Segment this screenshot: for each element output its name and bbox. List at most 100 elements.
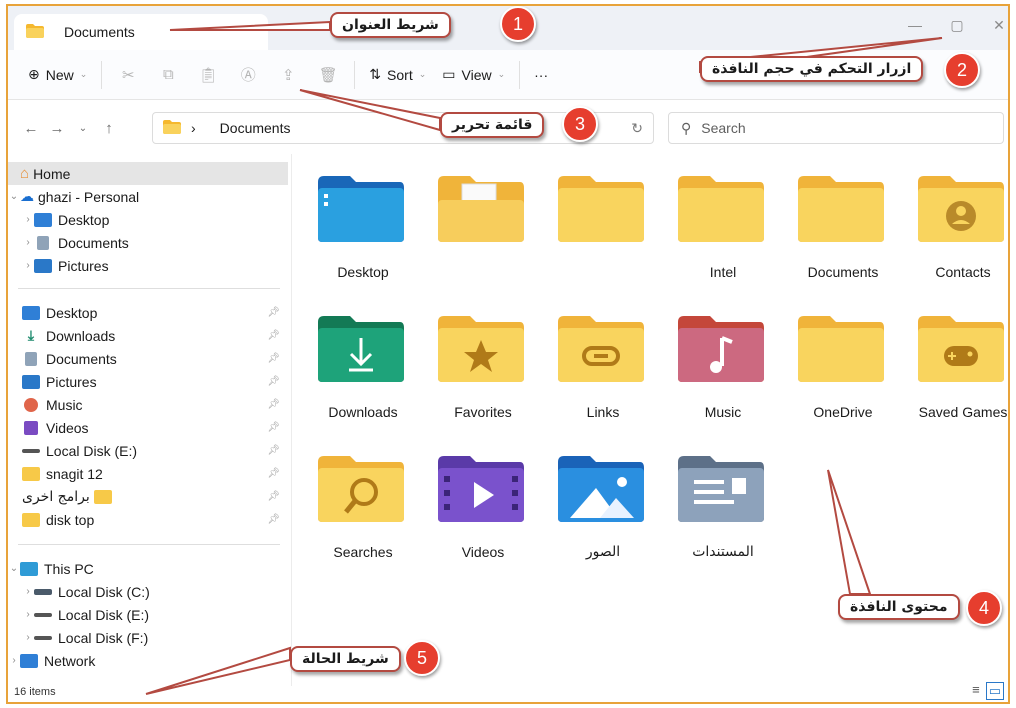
quick-access-disk-top[interactable]: disk top 📌︎: [8, 508, 288, 531]
chevron-right-icon[interactable]: ›: [22, 214, 34, 225]
sidebar-item-local-disk-e[interactable]: › Local Disk (E:): [8, 603, 288, 626]
drive-icon: [34, 612, 52, 617]
search-box[interactable]: ⚲ Search: [668, 112, 1004, 144]
breadcrumb-documents[interactable]: Documents: [220, 120, 291, 136]
callout-badge-2: 2: [944, 52, 980, 88]
sidebar-item-label: Downloads: [46, 327, 116, 344]
tile-label: OneDrive: [813, 404, 873, 420]
more-options-button[interactable]: ···: [526, 59, 556, 91]
quick-access-local-disk-e[interactable]: Local Disk (E:) 📌︎: [8, 439, 288, 462]
folder-tile-pictures[interactable]: الصور: [548, 446, 658, 586]
folder-icon: [22, 466, 40, 481]
chevron-down-icon[interactable]: ⌄: [8, 563, 20, 574]
sidebar-item-local-disk-f[interactable]: › Local Disk (F:): [8, 626, 288, 649]
quick-access-videos[interactable]: Videos 📌︎: [8, 416, 288, 439]
copy-button[interactable]: ⧉: [148, 59, 188, 91]
quick-access-other-programs[interactable]: برامج اخرى 📌︎: [8, 485, 288, 508]
sidebar-item-local-disk-c[interactable]: › Local Disk (C:): [8, 580, 288, 603]
recent-chevron-icon[interactable]: ⌄: [70, 123, 96, 134]
up-arrow-icon[interactable]: ↑: [96, 120, 122, 137]
folder-tile-music[interactable]: Music: [668, 306, 778, 446]
sidebar-item-documents[interactable]: › Documents: [8, 231, 288, 254]
chevron-right-icon[interactable]: ›: [22, 632, 34, 643]
chevron-down-icon[interactable]: ⌄: [8, 191, 20, 202]
pin-icon[interactable]: 📌︎: [267, 353, 280, 364]
folder-tile-links[interactable]: Links: [548, 306, 658, 446]
folder-tile-videos[interactable]: Videos: [428, 446, 538, 586]
folder-tile-documents-ar[interactable]: المستندات: [668, 446, 778, 586]
sidebar-item-label: Pictures: [58, 257, 109, 274]
sidebar-item-label: Local Disk (F:): [58, 629, 149, 646]
sidebar-item-pictures[interactable]: › Pictures: [8, 254, 288, 277]
tile-label: Videos: [461, 544, 505, 560]
tile-label: Saved Games: [918, 404, 1008, 420]
large-icons-view-icon[interactable]: ▭: [985, 682, 1004, 700]
folder-tile-documents-files[interactable]: [428, 166, 538, 306]
sidebar-item-onedrive[interactable]: ⌄ ☁ ghazi - Personal: [8, 185, 288, 208]
new-button[interactable]: ⊕ New ⌄: [20, 59, 95, 91]
tile-label: Contacts: [935, 264, 991, 280]
quick-access-downloads[interactable]: ⤓ Downloads 📌︎: [8, 324, 288, 347]
paste-icon: 📋︎: [198, 66, 218, 84]
system-drive-icon: [34, 588, 52, 595]
chevron-right-icon[interactable]: ›: [22, 609, 34, 620]
maximize-button[interactable]: ▢: [934, 12, 980, 38]
view-button[interactable]: ▭ View ⌄: [434, 59, 513, 91]
tile-label: Downloads: [328, 404, 398, 420]
quick-access-pictures[interactable]: Pictures 📌︎: [8, 370, 288, 393]
documents-icon: [37, 235, 49, 250]
cut-button[interactable]: ✂: [108, 59, 148, 91]
pin-icon[interactable]: 📌︎: [267, 491, 280, 502]
sort-button[interactable]: ⇅ Sort ⌄: [361, 59, 434, 91]
sidebar-item-desktop[interactable]: › Desktop: [8, 208, 288, 231]
navigation-pane: ⌂ Home ⌄ ☁ ghazi - Personal › Desktop › …: [8, 154, 292, 686]
pin-icon[interactable]: 📌︎: [267, 376, 280, 387]
share-button[interactable]: ⇪: [268, 59, 308, 91]
folder-tile-desktop[interactable]: Desktop: [308, 166, 418, 306]
sidebar-item-label: Local Disk (E:): [58, 606, 150, 623]
minimize-button[interactable]: —: [892, 12, 938, 38]
chevron-right-icon[interactable]: ›: [22, 237, 34, 248]
folder-tile-searches[interactable]: Searches: [308, 446, 418, 586]
refresh-icon[interactable]: ↻: [631, 120, 643, 137]
details-view-icon[interactable]: ≡: [972, 682, 980, 700]
pin-icon[interactable]: 📌︎: [267, 445, 280, 456]
rename-button[interactable]: Ⓐ: [228, 59, 268, 91]
quick-access-desktop[interactable]: Desktop 📌︎: [8, 301, 288, 324]
pin-icon[interactable]: 📌︎: [267, 514, 280, 525]
folder-icon: [163, 119, 181, 137]
contacts-folder-icon: [918, 176, 1004, 242]
back-arrow-icon[interactable]: ←: [18, 120, 44, 137]
folder-tile-documents[interactable]: Documents: [788, 166, 898, 306]
search-placeholder: Search: [701, 120, 746, 136]
folder-icon: [22, 512, 40, 527]
pin-icon[interactable]: 📌︎: [267, 468, 280, 479]
paste-button[interactable]: 📋︎: [188, 59, 228, 91]
forward-arrow-icon[interactable]: →: [44, 120, 70, 137]
quick-access-snagit[interactable]: snagit 12 📌︎: [8, 462, 288, 485]
chevron-right-icon[interactable]: ›: [22, 260, 34, 271]
download-icon: ⤓: [27, 327, 35, 343]
sidebar-item-label: Local Disk (C:): [58, 583, 150, 600]
sidebar-item-this-pc[interactable]: ⌄ This PC: [8, 557, 288, 580]
folder-tile-intel[interactable]: Intel: [668, 166, 778, 306]
pin-icon[interactable]: 📌︎: [267, 399, 280, 410]
folder-tile-favorites[interactable]: Favorites: [428, 306, 538, 446]
folder-tile-saved-games[interactable]: Saved Games: [908, 306, 1008, 446]
pin-icon[interactable]: 📌︎: [267, 307, 280, 318]
sidebar-item-home[interactable]: ⌂ Home: [8, 162, 288, 185]
close-button[interactable]: ✕: [976, 12, 1008, 38]
chevron-right-icon[interactable]: ›: [8, 655, 20, 666]
chevron-right-icon[interactable]: ›: [22, 586, 34, 597]
folder-tile-blank[interactable]: [548, 166, 658, 306]
folder-tile-onedrive[interactable]: OneDrive: [788, 306, 898, 446]
tab-documents[interactable]: Documents: [14, 14, 268, 50]
quick-access-music[interactable]: Music 📌︎: [8, 393, 288, 416]
sidebar-item-network[interactable]: › Network: [8, 649, 288, 672]
folder-tile-contacts[interactable]: Contacts: [908, 166, 1008, 306]
delete-button[interactable]: 🗑︎: [308, 59, 348, 91]
pin-icon[interactable]: 📌︎: [267, 330, 280, 341]
quick-access-documents[interactable]: Documents 📌︎: [8, 347, 288, 370]
pin-icon[interactable]: 📌︎: [267, 422, 280, 433]
folder-tile-downloads[interactable]: Downloads: [308, 306, 418, 446]
